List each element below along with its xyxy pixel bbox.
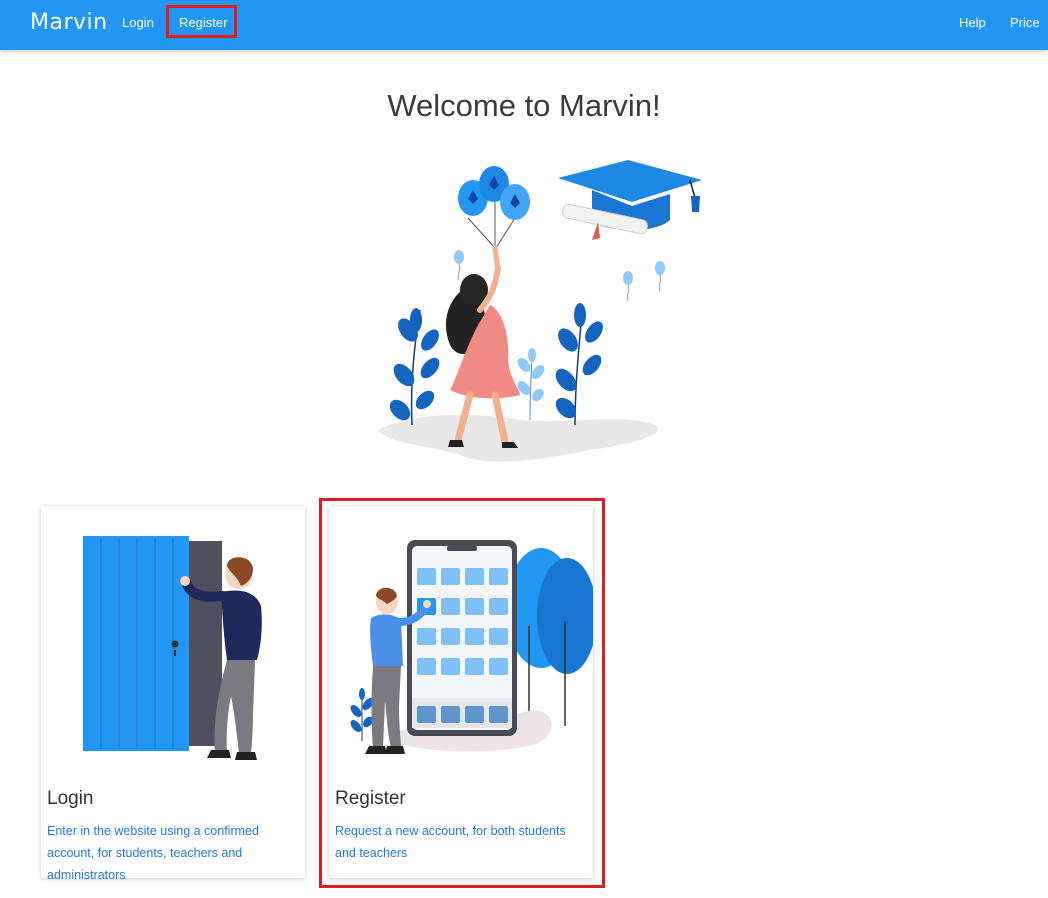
brand-logo[interactable]: Marvin: [30, 10, 108, 35]
login-card-title: Login: [47, 788, 94, 809]
hero-illustration: [378, 160, 702, 462]
login-card[interactable]: Login Enter in the website using a confi…: [41, 506, 305, 882]
phone-register-illustration: [350, 540, 593, 754]
register-card-title: Register: [335, 788, 406, 809]
register-card[interactable]: Register Request a new account, for both…: [329, 506, 593, 878]
nav-price-link[interactable]: Price: [1010, 15, 1040, 30]
login-card-description: Enter in the website using a confirmed a…: [47, 824, 259, 882]
door-person-illustration: [83, 536, 262, 760]
top-navbar: Marvin Login Register Help Price: [0, 0, 1048, 50]
register-card-description: Request a new account, for both students…: [335, 824, 566, 860]
nav-help-link[interactable]: Help: [959, 15, 986, 30]
nav-register-link[interactable]: Register: [179, 15, 227, 30]
page-title: Welcome to Marvin!: [387, 88, 661, 123]
nav-login-link[interactable]: Login: [122, 15, 154, 30]
